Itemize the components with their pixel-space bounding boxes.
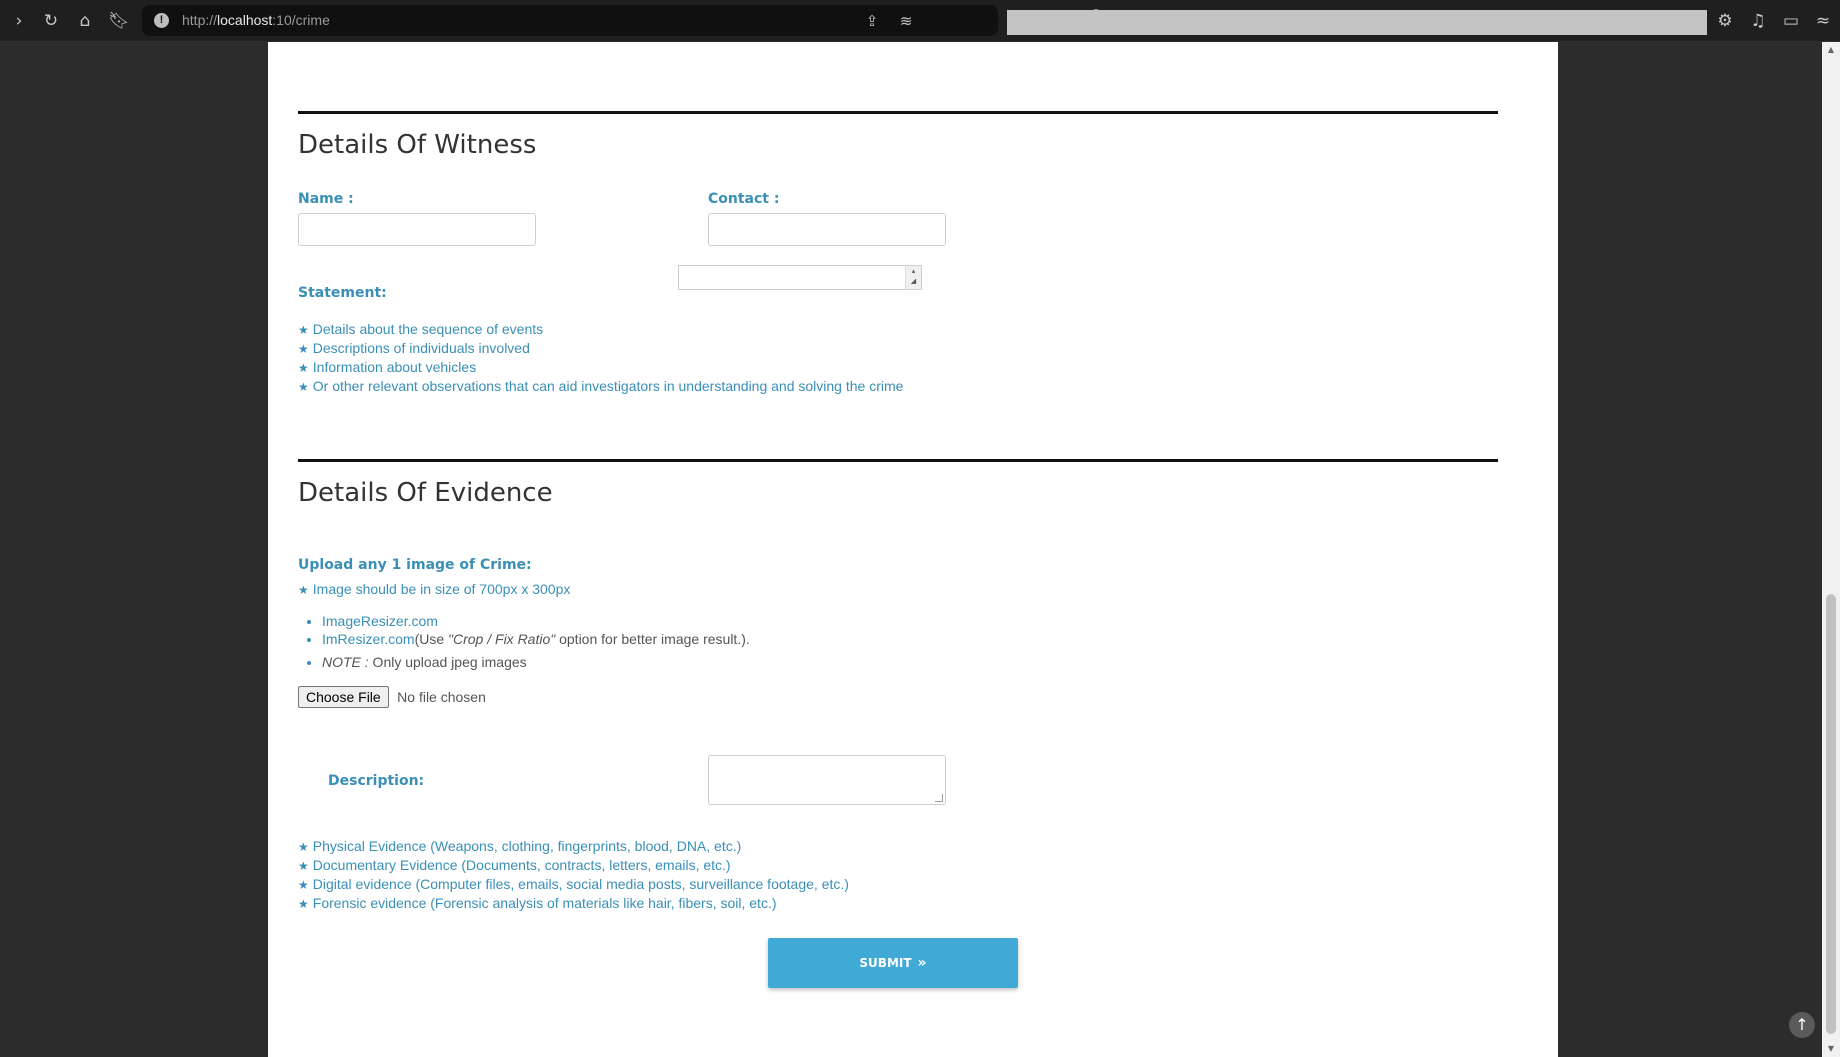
page-scrollbar[interactable]: ▲ ▼ bbox=[1822, 42, 1840, 1057]
url-text[interactable]: http://localhost:10/crime bbox=[182, 12, 330, 28]
evidence-guidelines: ★ Physical Evidence (Weapons, clothing, f… bbox=[298, 837, 849, 913]
scroll-up-icon[interactable]: ▲ bbox=[1822, 42, 1840, 58]
list-item: ★ Documentary Evidence (Documents, contra… bbox=[298, 857, 731, 873]
address-bar[interactable]: ! http://localhost:10/crime ⇪ ≋ 3 bbox=[142, 5, 1131, 36]
witness-name-label: Name : bbox=[298, 191, 354, 207]
star-icon: ★ bbox=[298, 323, 309, 337]
home-icon[interactable]: ⌂ bbox=[72, 8, 98, 34]
reload-icon[interactable]: ↻ bbox=[38, 8, 64, 34]
vpn-icon[interactable]: ≈ bbox=[1810, 8, 1836, 34]
list-item: ★ Or other relevant observations that can… bbox=[298, 378, 904, 394]
statement-guidelines: ★ Details about the sequence of events ★ D… bbox=[298, 320, 903, 396]
resizer-links: ImageResizer.com ImResizer.com(Use "Crop… bbox=[322, 612, 750, 648]
list-item: ★ Digital evidence (Computer files, email… bbox=[298, 876, 849, 892]
list-item: NOTE : Only upload jpeg images bbox=[322, 654, 527, 670]
choose-file-button[interactable]: Choose File bbox=[298, 686, 389, 708]
submit-button[interactable]: SUBMIT » bbox=[768, 938, 1018, 988]
file-status: No file chosen bbox=[397, 689, 486, 705]
witness-section-title: Details Of Witness bbox=[298, 130, 537, 160]
statement-label: Statement: bbox=[298, 285, 387, 301]
bookmark-icon[interactable]: 🔖︎ bbox=[106, 8, 132, 34]
image-size-note: ★ Image should be in size of 700px x 300p… bbox=[298, 581, 571, 597]
star-icon: ★ bbox=[298, 859, 309, 873]
back-to-top-icon[interactable]: ↑ bbox=[1789, 1012, 1815, 1038]
star-icon: ★ bbox=[298, 897, 309, 911]
submit-label: SUBMIT bbox=[859, 956, 912, 970]
list-item: ★ Descriptions of individuals involved bbox=[298, 340, 530, 356]
imageresizer-link[interactable]: ImageResizer.com bbox=[322, 613, 438, 629]
upload-label: Upload any 1 image of Crime: bbox=[298, 557, 532, 573]
share-icon[interactable]: ⇪ bbox=[860, 9, 884, 33]
double-chevron-right-icon: » bbox=[917, 955, 927, 971]
list-item: ★ Physical Evidence (Weapons, clothing, f… bbox=[298, 838, 742, 854]
browser-toolbar: › ↻ ⌂ 🔖︎ ! http://localhost:10/crime ⇪ ≋… bbox=[0, 0, 1840, 42]
section-divider bbox=[298, 111, 1498, 114]
resize-handle-icon[interactable]: ▴ ◢ bbox=[905, 266, 921, 289]
wallet-icon[interactable]: ▭ bbox=[1778, 8, 1804, 34]
witness-contact-input[interactable] bbox=[708, 213, 946, 246]
star-icon: ★ bbox=[298, 878, 309, 892]
list-item: ★ Information about vehicles bbox=[298, 359, 477, 375]
star-icon: ★ bbox=[298, 840, 309, 854]
forward-icon[interactable]: › bbox=[6, 8, 32, 34]
witness-name-input[interactable] bbox=[298, 213, 536, 246]
star-icon: ★ bbox=[298, 583, 309, 597]
file-upload: Choose File No file chosen bbox=[298, 686, 486, 708]
upload-note: NOTE : Only upload jpeg images bbox=[322, 654, 527, 670]
list-item: ★ Details about the sequence of events bbox=[298, 321, 544, 337]
star-icon: ★ bbox=[298, 342, 309, 356]
scroll-down-icon[interactable]: ▼ bbox=[1822, 1041, 1840, 1057]
scroll-thumb[interactable] bbox=[1826, 594, 1836, 1034]
form-container: Details Of Witness Name : Contact : Stat… bbox=[268, 42, 1558, 1057]
page-viewport: Details Of Witness Name : Contact : Stat… bbox=[0, 42, 1822, 1057]
list-item: ImageResizer.com bbox=[322, 612, 750, 630]
description-textarea[interactable] bbox=[708, 755, 946, 805]
list-item: ★ Forensic evidence (Forensic analysis of… bbox=[298, 895, 777, 911]
witness-contact-label: Contact : bbox=[708, 191, 780, 207]
site-info-icon[interactable]: ! bbox=[154, 13, 169, 28]
star-icon: ★ bbox=[298, 361, 309, 375]
section-divider bbox=[298, 459, 1498, 462]
star-icon: ★ bbox=[298, 380, 309, 394]
list-item: ImResizer.com(Use "Crop / Fix Ratio" opt… bbox=[322, 630, 750, 648]
rss-icon[interactable]: ≋ bbox=[894, 9, 918, 33]
resize-handle-icon[interactable] bbox=[935, 794, 943, 802]
extensions-icon[interactable]: ⚙ bbox=[1712, 8, 1738, 34]
media-icon[interactable]: ♫ bbox=[1745, 8, 1771, 34]
redacted-bookmarks-area bbox=[1007, 10, 1707, 35]
evidence-section-title: Details Of Evidence bbox=[298, 478, 553, 508]
description-label: Description: bbox=[328, 773, 425, 789]
statement-textarea[interactable]: ▴ ◢ bbox=[678, 265, 922, 290]
imresizer-link[interactable]: ImResizer.com bbox=[322, 631, 415, 647]
